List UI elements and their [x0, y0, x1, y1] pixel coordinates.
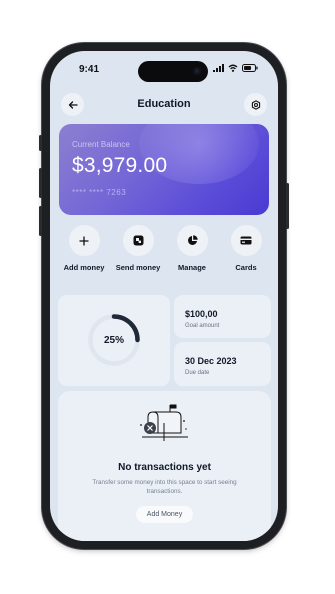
send-money-label: Send money	[115, 263, 161, 272]
volume-up-button	[39, 168, 42, 198]
card-number: **** **** 7263	[72, 188, 127, 197]
power-button	[286, 183, 289, 229]
empty-state-title: No transactions yet	[118, 462, 211, 473]
send-money-button[interactable]	[122, 225, 154, 256]
pie-chart-icon	[187, 235, 198, 245]
add-money-button[interactable]	[68, 225, 100, 256]
due-date-value: 30 Dec 2023	[185, 356, 237, 366]
goal-amount-label: Goal amount	[185, 323, 220, 329]
plus-icon	[79, 235, 89, 246]
manage-action[interactable]: Manage	[164, 225, 220, 272]
due-date-label: Due date	[185, 370, 210, 376]
battery-icon	[242, 64, 258, 72]
mailbox-icon	[140, 404, 188, 441]
volume-down-button	[39, 206, 42, 236]
add-money-label: Add money	[63, 263, 105, 272]
status-icons	[213, 64, 258, 72]
wifi-icon	[228, 64, 238, 72]
signal-icon	[213, 64, 224, 72]
settings-button[interactable]	[244, 93, 267, 116]
cards-action[interactable]: Cards	[218, 225, 274, 272]
progress-percent: 25%	[103, 335, 124, 346]
balance-amount: $3,979.00	[72, 154, 168, 177]
transactions-empty-state: No transactions yet Transfer some money …	[58, 391, 271, 541]
cards-label: Cards	[235, 263, 257, 272]
due-date-panel: 30 Dec 2023 Due date	[174, 342, 271, 386]
status-time: 9:41	[79, 64, 100, 75]
progress-panel: 25%	[58, 295, 170, 386]
manage-button[interactable]	[176, 225, 208, 256]
add-money-action[interactable]: Add money	[56, 225, 112, 272]
balance-label: Current Balance	[72, 140, 130, 149]
quick-actions: Add money Send money Manage Cards	[50, 225, 278, 285]
manage-label: Manage	[178, 263, 206, 272]
phone-screen: 9:41 Education Current Balance $3,979.00…	[50, 51, 278, 541]
empty-state-description: Transfer some money into this space to s…	[92, 479, 237, 495]
add-money-button-secondary[interactable]: Add Money	[136, 506, 193, 523]
camera-icon	[193, 67, 201, 75]
gear-icon	[251, 99, 260, 110]
send-money-action[interactable]: Send money	[110, 225, 166, 272]
balance-card[interactable]: Current Balance $3,979.00 **** **** 7263	[59, 124, 269, 215]
mute-switch	[39, 135, 42, 151]
cards-button[interactable]	[230, 225, 262, 256]
send-icon	[133, 235, 143, 246]
goal-panel: $100,00 Goal amount	[174, 295, 271, 338]
goal-amount-value: $100,00	[185, 309, 218, 319]
phone-frame: 9:41 Education Current Balance $3,979.00…	[39, 43, 289, 549]
dynamic-island	[138, 61, 208, 82]
card-icon	[240, 236, 252, 245]
